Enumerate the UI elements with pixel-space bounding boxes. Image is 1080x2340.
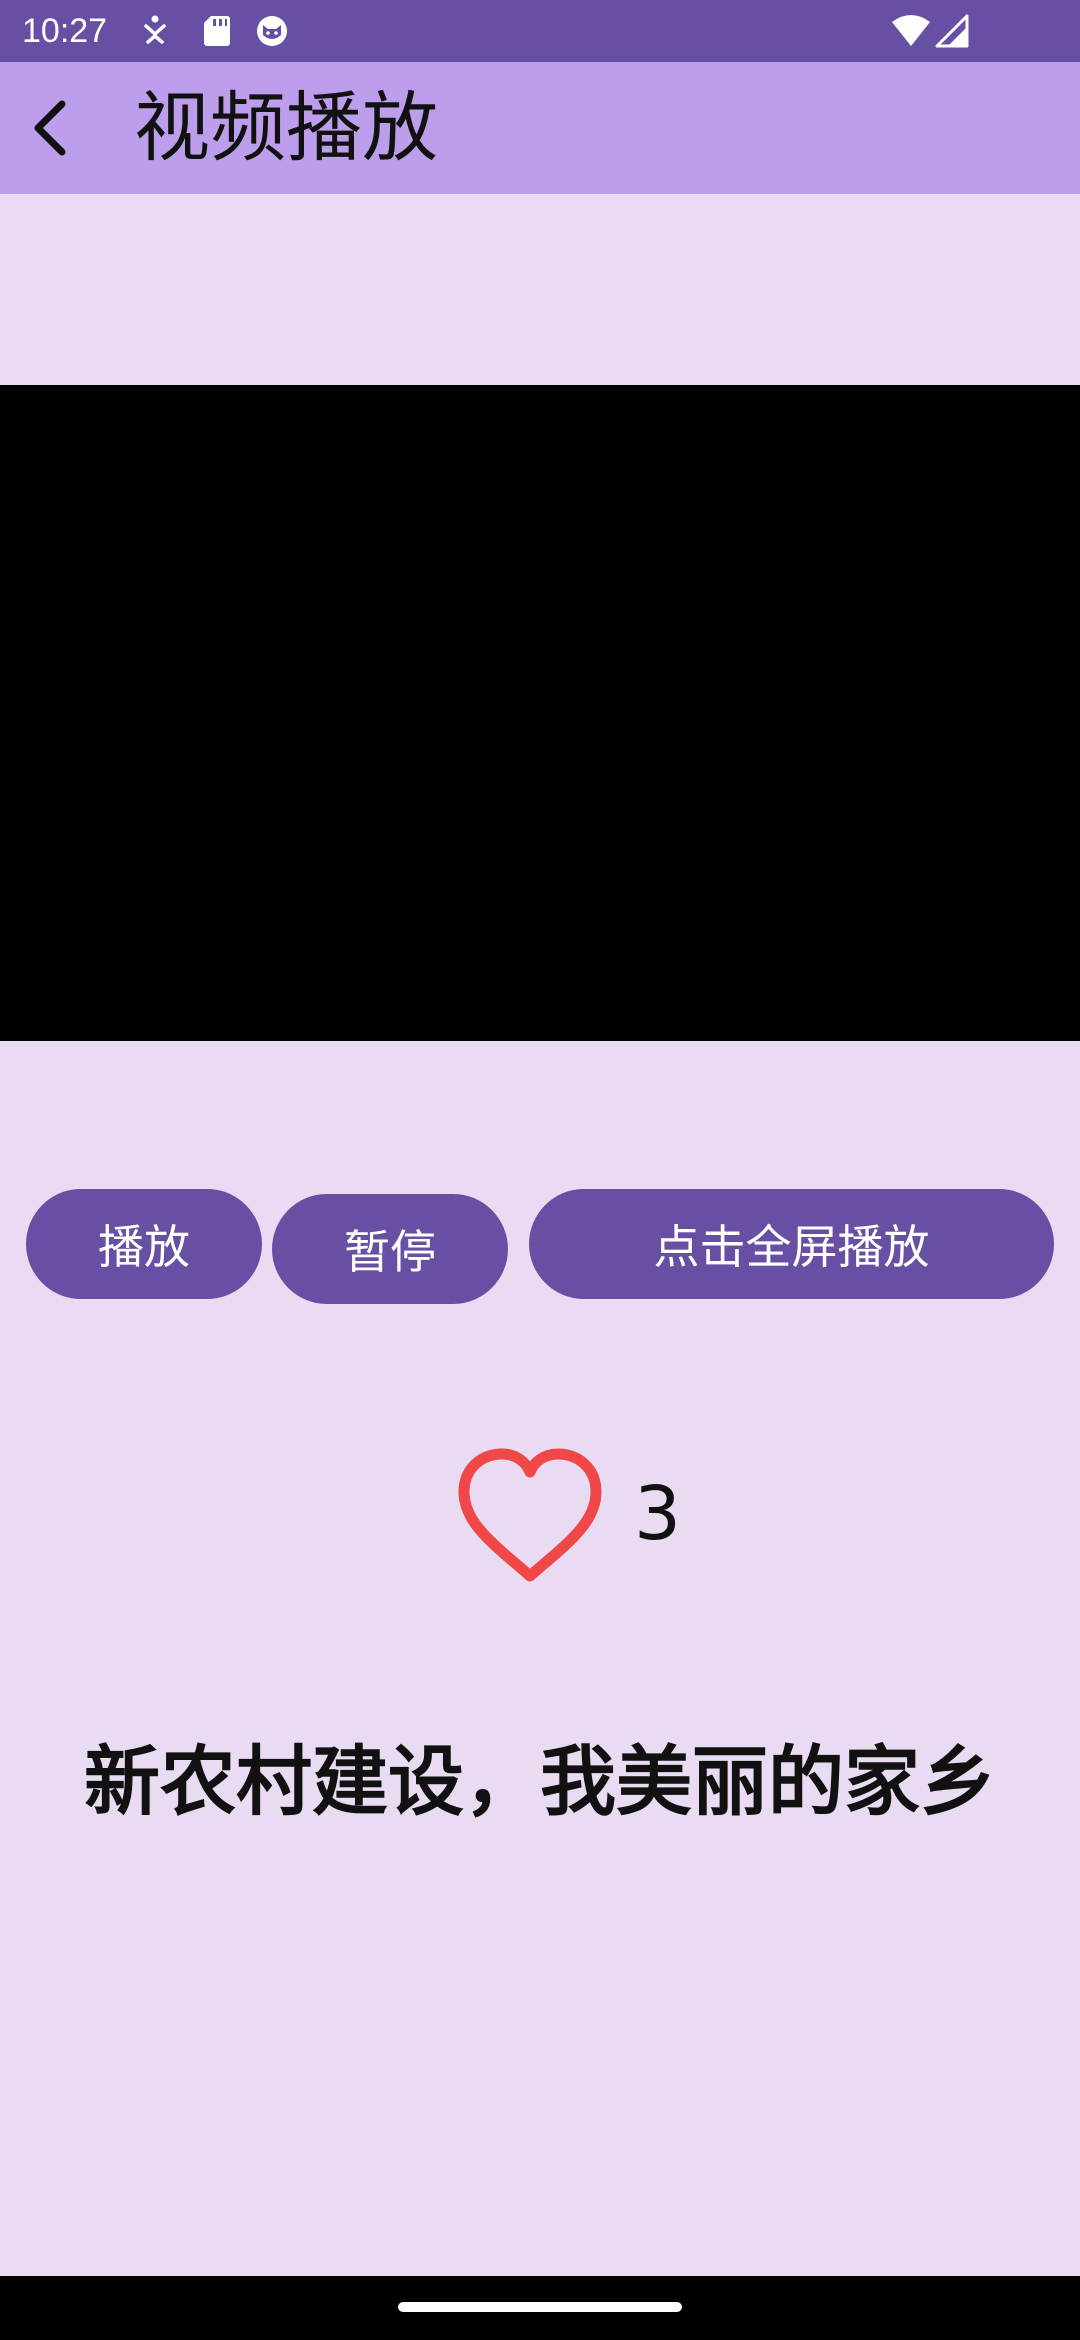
fullscreen-play-button[interactable]: 点击全屏播放 [529, 1189, 1054, 1299]
arrow-back-icon[interactable] [20, 92, 84, 164]
video-player[interactable] [0, 385, 1080, 1041]
app-bar: 视频播放 [0, 62, 1080, 194]
navigation-bar [0, 2276, 1080, 2340]
wifi-icon [890, 13, 932, 49]
status-bar: 10:27 [0, 0, 1080, 62]
cellular-signal-icon [934, 13, 970, 49]
page-title: 视频播放 [134, 83, 438, 172]
status-time: 10:27 [22, 12, 108, 50]
heart-outline-icon[interactable] [456, 1448, 604, 1584]
like-counter: 3 [456, 1448, 696, 1584]
video-caption: 新农村建设，我美丽的家乡 [84, 1737, 996, 1826]
pause-button[interactable]: 暂停 [272, 1194, 508, 1304]
home-gesture-handle[interactable] [398, 2302, 682, 2312]
sd-card-icon [199, 13, 235, 49]
cat-face-icon [254, 13, 290, 49]
play-button[interactable]: 播放 [26, 1189, 262, 1299]
like-count: 3 [634, 1471, 682, 1557]
accessibility-icon [137, 13, 173, 49]
